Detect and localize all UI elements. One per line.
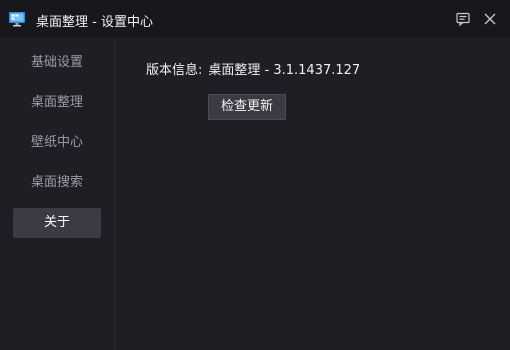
feedback-icon[interactable] — [453, 9, 473, 29]
settings-window: 桌面整理 - 设置中心 基础设置 桌面整理 壁纸中心 桌面搜索 关于 版本信息:… — [0, 0, 510, 350]
version-value: 桌面整理 - 3.1.1437.127 — [208, 63, 361, 78]
sidebar-item-basic-settings[interactable]: 基础设置 — [13, 48, 101, 78]
sidebar-item-about[interactable]: 关于 — [13, 208, 101, 238]
check-update-button[interactable]: 检查更新 — [208, 94, 286, 120]
close-icon[interactable] — [480, 9, 500, 29]
sidebar-item-wallpaper-center[interactable]: 壁纸中心 — [13, 128, 101, 158]
window-title: 桌面整理 - 设置中心 — [36, 15, 153, 30]
about-panel: 版本信息: 桌面整理 - 3.1.1437.127 检查更新 — [115, 38, 510, 350]
desktop-monitor-icon — [8, 10, 26, 28]
version-info: 版本信息: 桌面整理 - 3.1.1437.127 — [146, 59, 360, 78]
sidebar-item-desktop-organize[interactable]: 桌面整理 — [13, 88, 101, 118]
sidebar-nav: 基础设置 桌面整理 壁纸中心 桌面搜索 关于 — [0, 38, 115, 350]
title-bar[interactable]: 桌面整理 - 设置中心 — [0, 0, 510, 38]
version-label: 版本信息: — [146, 63, 203, 78]
sidebar-item-desktop-search[interactable]: 桌面搜索 — [13, 168, 101, 198]
